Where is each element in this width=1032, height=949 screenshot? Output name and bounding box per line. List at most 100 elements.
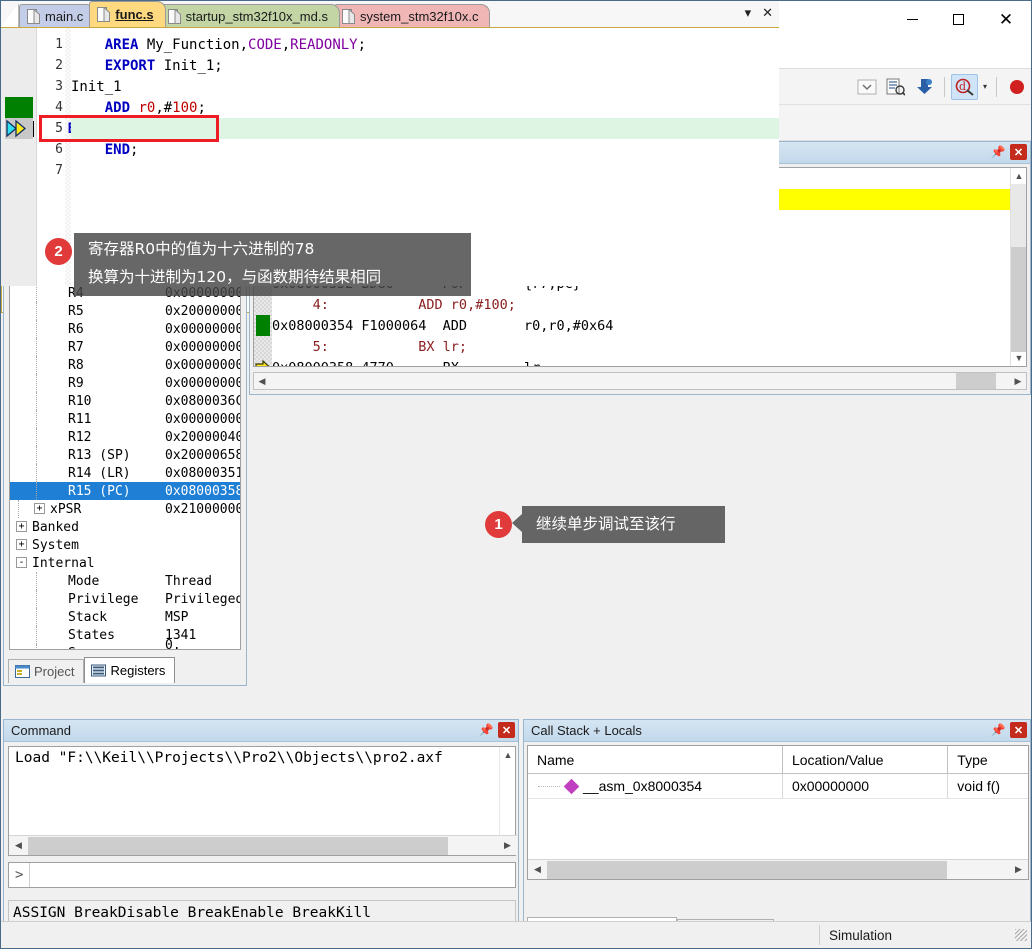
register-row-xpsr[interactable]: + xPSR 0x21000000 [10, 500, 241, 518]
register-row-mode[interactable]: Mode Thread [10, 572, 240, 590]
tree-expander-icon[interactable]: - [16, 557, 27, 568]
debug-session-dropdown-icon[interactable]: ▾ [979, 74, 991, 100]
call-stack-close-icon[interactable]: ✕ [1010, 722, 1027, 738]
table-row[interactable]: __asm_0x8000354 0x00000000 void f() [528, 774, 1028, 799]
register-row-r9[interactable]: R9 0x00000000 [10, 374, 240, 392]
editor-tab-system-stm32f10x-c[interactable]: system_stm32f10x.c [333, 4, 491, 27]
maximize-button[interactable] [935, 1, 981, 38]
build-target-icon[interactable] [882, 74, 909, 100]
register-value: 0x00000000 [165, 321, 241, 337]
command-scroll-left-icon[interactable]: ◀ [9, 836, 28, 855]
call-stack-pin-icon[interactable]: 📌 [990, 721, 1006, 739]
disassembly-close-icon[interactable]: ✕ [1010, 144, 1027, 160]
editor-tab-main-c[interactable]: main.c [19, 4, 96, 27]
tab-project[interactable]: Project [8, 659, 85, 683]
disassembly-code-marker[interactable] [256, 315, 270, 336]
command-input[interactable]: > [8, 862, 516, 888]
call-stack-scroll-right-icon[interactable]: ▶ [1009, 860, 1028, 879]
register-name: R15 (PC) [68, 483, 131, 499]
register-name: R11 [68, 411, 92, 427]
disassembly-vertical-scrollbar[interactable]: ▲ ▼ [1010, 168, 1026, 366]
command-scroll-up-icon[interactable]: ▲ [500, 747, 516, 763]
stop-record-icon[interactable] [1003, 74, 1030, 100]
register-name: R13 (SP) [68, 447, 131, 463]
command-scroll-right-icon[interactable]: ▶ [498, 836, 517, 855]
editor-code-line[interactable]: EXPORT Init_1; [71, 55, 223, 76]
editor-line-number: 1 [55, 37, 63, 52]
command-output[interactable]: Load "F:\\Keil\\Projects\\Pro2\\Objects\… [8, 746, 517, 856]
register-row-r12[interactable]: R12 0x20000040 [10, 428, 240, 446]
disassembly-hscroll-thumb[interactable] [956, 373, 996, 389]
register-row-banked[interactable]: + Banked [10, 518, 240, 536]
register-row-stack[interactable]: Stack MSP [10, 608, 240, 626]
command-horizontal-scrollbar[interactable]: ◀ ▶ [9, 835, 517, 855]
editor-tab-close-icon[interactable]: ✕ [762, 5, 773, 21]
callout-1-notch [512, 514, 522, 532]
editor-code-line[interactable]: Init_1 [71, 76, 122, 97]
editor-code-line[interactable]: AREA My_Function, CODE, READONLY; [71, 34, 366, 55]
tab-registers[interactable]: Registers [84, 657, 176, 683]
register-name: R6 [68, 321, 84, 337]
disassembly-scroll-down-icon[interactable]: ▼ [1011, 350, 1026, 366]
tree-expander-icon[interactable]: + [16, 521, 27, 532]
editor-tab-dropdown-icon[interactable]: ▾ [745, 5, 752, 21]
register-row-r10[interactable]: R10 0x0800036C [10, 392, 240, 410]
call-stack-horizontal-scrollbar[interactable]: ◀ ▶ [528, 859, 1028, 879]
editor-tab-startup-stm32f10x-md-s[interactable]: startup_stm32f10x_md.s [159, 4, 340, 27]
disassembly-instruction-line[interactable]: 0x08000354 F1000064 ADD r0,r0,#0x64 [272, 315, 1026, 336]
tree-expander-icon[interactable]: + [16, 539, 27, 550]
editor-tab-label: main.c [45, 8, 84, 24]
editor-code-marker[interactable] [5, 97, 33, 118]
disassembly-source-line[interactable]: 4: ADD r0,#100; [272, 294, 1026, 315]
command-hscroll-thumb[interactable] [28, 836, 448, 855]
close-button[interactable]: ✕ [981, 1, 1031, 38]
register-name: Privilege [68, 591, 139, 607]
register-value: 0x21000000 [165, 501, 241, 517]
disassembly-horizontal-scrollbar[interactable]: ◀ ▶ [253, 372, 1027, 390]
tree-expander-icon[interactable]: + [34, 503, 45, 514]
disassembly-source-line[interactable]: 5: BX lr; [272, 336, 1026, 357]
resize-grip-icon[interactable] [1015, 929, 1027, 941]
call-stack-hscroll-thumb[interactable] [547, 860, 947, 879]
call-stack-column-name[interactable]: Name [528, 746, 783, 773]
call-stack-scroll-left-icon[interactable]: ◀ [528, 860, 547, 879]
call-stack-column-location[interactable]: Location/Value [782, 746, 949, 773]
command-pin-icon[interactable]: 📌 [478, 721, 494, 739]
editor-code-line[interactable]: END; [71, 139, 139, 160]
editor-breakpoint-gutter[interactable] [1, 28, 37, 286]
register-row-r7[interactable]: R7 0x00000000 [10, 338, 240, 356]
register-value: 0x00000000 [165, 411, 241, 427]
call-stack-entry-icon [563, 778, 580, 794]
register-row-r13sp[interactable]: R13 (SP) 0x20000658 [10, 446, 241, 464]
register-row-r5[interactable]: R5 0x20000000 [10, 302, 240, 320]
register-row-r11[interactable]: R11 0x00000000 [10, 410, 241, 428]
register-row-sec[interactable]: Sec 0. 00002978 [10, 638, 240, 649]
register-row-system[interactable]: + System [10, 536, 240, 554]
call-stack-grid[interactable]: Name Location/Value Type __asm_0x8000354… [527, 745, 1029, 880]
disassembly-scroll-right-icon[interactable]: ▶ [1010, 373, 1026, 389]
call-stack-column-type[interactable]: Type [948, 746, 1028, 773]
register-name: R14 (LR) [68, 465, 131, 481]
editor-tab-func-s[interactable]: func.s [89, 1, 166, 27]
disassembly-pin-icon[interactable]: 📌 [990, 143, 1006, 161]
register-row-r6[interactable]: R6 0x00000000 [10, 320, 241, 338]
register-row-internal[interactable]: - Internal [10, 554, 240, 572]
command-close-icon[interactable]: ✕ [498, 722, 515, 738]
disassembly-scroll-left-icon[interactable]: ◀ [254, 373, 270, 389]
disassembly-scroll-up-icon[interactable]: ▲ [1011, 168, 1026, 184]
dropdown-empty-icon[interactable] [853, 74, 880, 100]
debug-session-icon[interactable]: d [951, 73, 978, 100]
minimize-button[interactable] [889, 1, 935, 38]
callout-2-line-2: 换算为十进制为120，与函数期待结果相同 [88, 268, 382, 286]
register-value: 0x20000658 [165, 447, 241, 463]
disassembly-instruction-line[interactable]: 0x08000358 4770 BX lr [272, 357, 1026, 367]
command-prompt: > [9, 863, 31, 887]
register-row-privilege[interactable]: Privilege Privileged [10, 590, 240, 608]
register-row-r15pc[interactable]: R15 (PC) 0x08000358 [10, 482, 240, 500]
register-row-r8[interactable]: R8 0x00000000 [10, 356, 240, 374]
disassembly-scroll-thumb[interactable] [1011, 247, 1026, 352]
register-name: Mode [68, 573, 100, 589]
download-icon[interactable] [911, 74, 938, 100]
window-controls: ✕ [889, 1, 1031, 38]
register-row-r14lr[interactable]: R14 (LR) 0x08000351 [10, 464, 240, 482]
